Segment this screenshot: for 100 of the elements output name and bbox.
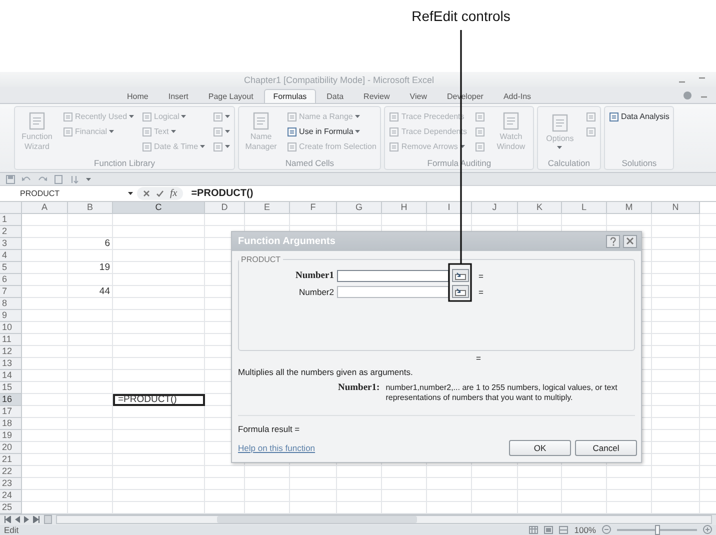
horizontal-scrollbar[interactable] — [56, 515, 712, 524]
column-header[interactable]: K — [518, 202, 562, 214]
row-header[interactable]: 18 — [0, 418, 22, 430]
argument-label: Number1 — [294, 270, 334, 281]
row-header[interactable]: 12 — [0, 346, 22, 358]
save-icon[interactable] — [6, 174, 15, 184]
callout-label: RefEdit controls — [410, 8, 512, 24]
row-header[interactable]: 11 — [0, 334, 22, 346]
cancel-icon[interactable] — [143, 190, 150, 197]
last-sheet-icon[interactable] — [33, 516, 40, 524]
row-header[interactable]: 19 — [0, 430, 22, 442]
zoom-level[interactable]: 100% — [574, 524, 596, 535]
row-header[interactable]: 22 — [0, 466, 22, 478]
row-header[interactable]: 9 — [0, 310, 22, 322]
ribbon-tab[interactable]: Review — [354, 89, 399, 104]
close-button[interactable] — [623, 234, 637, 248]
row-header[interactable]: 10 — [0, 322, 22, 334]
column-header[interactable]: M — [607, 202, 652, 214]
ok-button[interactable]: OK — [509, 440, 571, 456]
sort-icon[interactable] — [70, 174, 79, 184]
redo-icon[interactable] — [38, 174, 47, 184]
previous-sheet-icon[interactable] — [15, 516, 20, 524]
row-header[interactable]: 7 — [0, 286, 22, 298]
table-cell[interactable]: 44 — [68, 286, 113, 298]
first-sheet-icon[interactable] — [4, 516, 11, 524]
check-icon[interactable] — [156, 190, 164, 197]
refedit-button[interactable] — [452, 285, 469, 298]
caret-icon[interactable] — [128, 192, 133, 195]
document-icon — [28, 112, 46, 130]
row-header[interactable]: 13 — [0, 358, 22, 370]
insert-function-button[interactable]: fx — [170, 188, 178, 199]
cancel-button[interactable]: Cancel — [575, 440, 637, 456]
help-icon[interactable] — [683, 91, 692, 100]
column-header[interactable]: J — [472, 202, 518, 214]
ribbon-tab[interactable]: Home — [118, 89, 158, 104]
document-icon — [586, 126, 596, 137]
column-header[interactable]: L — [562, 202, 607, 214]
undo-icon[interactable] — [22, 174, 31, 184]
row-header[interactable]: 21 — [0, 454, 22, 466]
column-header[interactable]: E — [245, 202, 290, 214]
ribbon-tab[interactable]: Data — [318, 89, 353, 104]
row-header[interactable]: 2 — [0, 226, 22, 238]
column-header[interactable]: F — [290, 202, 337, 214]
column-header[interactable]: N — [652, 202, 700, 214]
group-label: Function Library — [93, 157, 156, 170]
row-header[interactable]: 17 — [0, 406, 22, 418]
row-header[interactable]: 8 — [0, 298, 22, 310]
row-header[interactable]: 1 — [0, 214, 22, 226]
argument-field[interactable] — [337, 286, 449, 298]
tab-split-handle-icon[interactable] — [44, 515, 52, 524]
caret-icon — [225, 145, 230, 148]
row-header[interactable]: 3 — [0, 238, 22, 250]
row-header[interactable]: 16 — [0, 394, 22, 406]
normal-view-icon[interactable] — [529, 526, 538, 534]
equals-sign: = — [478, 270, 484, 281]
column-header[interactable]: H — [382, 202, 427, 214]
refedit-button[interactable] — [452, 269, 469, 282]
name-box[interactable]: PRODUCT — [0, 188, 124, 198]
window-title: Chapter1 [Compatibility Mode] - Microsoft Excel — [242, 74, 436, 85]
column-header[interactable]: B — [68, 202, 113, 214]
document-icon[interactable] — [54, 174, 63, 184]
slider-thumb[interactable] — [655, 524, 660, 535]
column-header[interactable]: C — [113, 202, 205, 214]
row-header[interactable]: 25 — [0, 502, 22, 514]
row-header[interactable]: 15 — [0, 382, 22, 394]
ribbon-button[interactable]: Use in Formula — [286, 126, 378, 137]
column-header[interactable]: G — [337, 202, 382, 214]
row-header[interactable]: 5 — [0, 262, 22, 274]
ribbon-tab[interactable]: Insert — [159, 89, 198, 104]
argument-field[interactable] — [337, 270, 449, 282]
row-header[interactable]: 14 — [0, 370, 22, 382]
table-cell[interactable]: =PRODUCT() — [113, 394, 205, 406]
zoom-out-icon[interactable] — [602, 525, 611, 534]
page-layout-view-icon[interactable] — [544, 526, 554, 534]
column-header[interactable]: D — [205, 202, 245, 214]
caret-icon — [109, 130, 114, 134]
ribbon-tab[interactable]: View — [400, 89, 436, 104]
row-header[interactable]: 24 — [0, 490, 22, 502]
table-cell[interactable]: 19 — [68, 262, 113, 274]
help-button[interactable] — [606, 234, 620, 248]
zoom-in-icon[interactable] — [703, 525, 712, 534]
column-header[interactable]: A — [22, 202, 68, 214]
row-header[interactable]: 4 — [0, 250, 22, 262]
row-header[interactable]: 6 — [0, 274, 22, 286]
ribbon-button[interactable]: Data Analysis — [608, 112, 670, 122]
ribbon-tab[interactable]: Page Layout — [199, 89, 262, 104]
table-cell[interactable]: 6 — [68, 238, 113, 250]
help-link[interactable]: Help on this function — [238, 442, 505, 453]
caret-icon — [557, 146, 562, 150]
argument-help-text: number1,number2,... are 1 to 255 numbers, logical values, or text representations of numbers that you want to multiply. — [386, 382, 618, 404]
ribbon-tab[interactable]: Add-Ins — [494, 89, 540, 104]
row-header[interactable]: 23 — [0, 478, 22, 490]
document-icon — [142, 112, 152, 122]
page-break-view-icon[interactable] — [559, 526, 568, 534]
document-icon — [586, 112, 596, 122]
row-header[interactable]: 20 — [0, 442, 22, 454]
ribbon-tab[interactable]: Formulas — [264, 89, 316, 104]
equals-sign: = — [478, 286, 484, 297]
select-all-button[interactable] — [0, 202, 22, 214]
next-sheet-icon[interactable] — [24, 516, 29, 524]
